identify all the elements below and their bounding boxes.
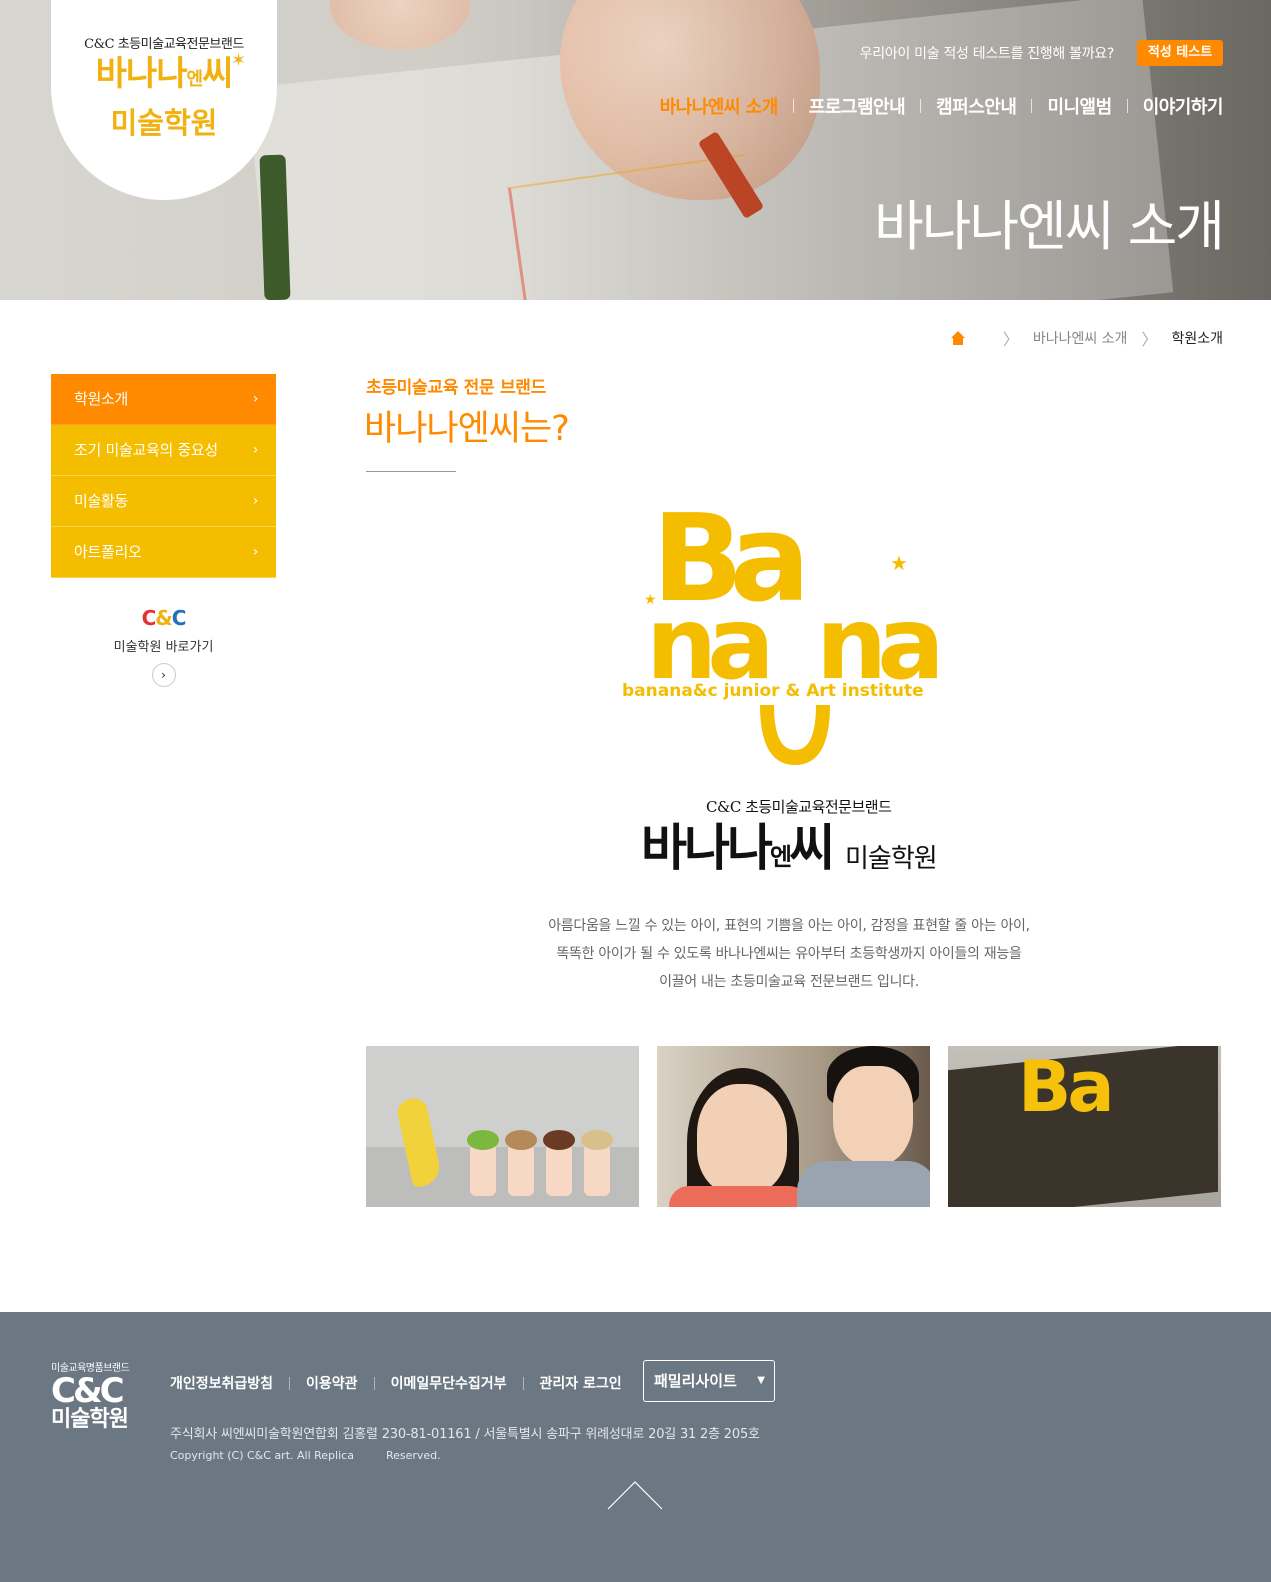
chevron-right-icon: 〉 bbox=[1141, 330, 1158, 349]
main-nav: 바나나엔씨 소개 프로그램안내 캠퍼스안내 미니앨범 이야기하기 bbox=[645, 93, 1224, 119]
sidebar-item-label: 조기 미술교육의 중요성 bbox=[74, 441, 218, 459]
description-line: 아름다움을 느낄 수 있는 아이, 표현의 기쁨을 아는 아이, 감정을 표현할… bbox=[548, 918, 1030, 934]
cc-academy-link[interactable]: C&C 미술학원 바로가기 › bbox=[51, 606, 276, 687]
company-address: 주식회사 씨엔씨미술학원연합회 김홍렬 230-81-01161 / 서울특별시… bbox=[170, 1427, 760, 1442]
sidebar-item-activities[interactable]: 미술활동 › bbox=[51, 476, 276, 527]
sidebar-menu: 학원소개 › 조기 미술교육의 중요성 › 미술활동 › 아트폴리오 › bbox=[51, 374, 276, 578]
girl-face bbox=[697, 1084, 787, 1194]
banana-brand-logo: Ba na na ★ ★ banana&c junior & Art insti… bbox=[620, 490, 960, 780]
footer-logo: 미술교육명품브랜드 C&C 미술학원 bbox=[51, 1359, 151, 1432]
section-subtitle: 초등미술교육 전문 브랜드 bbox=[366, 378, 546, 398]
svg-text:★: ★ bbox=[890, 551, 908, 575]
family-site-select[interactable]: 패밀리사이트 ▼ bbox=[643, 1360, 775, 1402]
chevron-right-icon: 〉 bbox=[1002, 330, 1019, 349]
caret-down-icon: ▼ bbox=[757, 1375, 765, 1386]
nav-item-campus[interactable]: 캠퍼스안내 bbox=[921, 93, 1031, 119]
description-line: 똑똑한 아이가 될 수 있도록 바나나엔씨는 유아부터 초등학생까지 아이들의 … bbox=[556, 946, 1022, 962]
boy-shirt bbox=[797, 1161, 930, 1207]
doll-figure bbox=[505, 1130, 537, 1196]
arrow-right-icon[interactable]: › bbox=[151, 663, 176, 687]
girl-shirt bbox=[669, 1186, 809, 1207]
star-icon: ✶ bbox=[231, 50, 247, 71]
terms-link[interactable]: 이용약관 bbox=[290, 1373, 374, 1393]
footer: 미술교육명품브랜드 C&C 미술학원 개인정보취급방침 이용약관 이메일무단수집… bbox=[0, 1312, 1271, 1582]
breadcrumb-level1[interactable]: 바나나엔씨 소개 bbox=[1033, 328, 1128, 348]
title-divider bbox=[366, 471, 456, 472]
breadcrumb-current: 학원소개 bbox=[1171, 331, 1223, 347]
home-icon[interactable] bbox=[949, 331, 967, 345]
test-prompt: 우리아이 미술 적성 테스트를 진행해 볼까요? bbox=[859, 46, 1115, 62]
boy-face bbox=[833, 1066, 913, 1166]
sidebar-item-label: 미술활동 bbox=[74, 492, 129, 510]
nav-item-story[interactable]: 이야기하기 bbox=[1128, 93, 1224, 119]
sidebar-item-intro[interactable]: 학원소개 › bbox=[51, 374, 276, 425]
sidebar-item-artfolio[interactable]: 아트폴리오 › bbox=[51, 527, 276, 578]
cc-link-label: 미술학원 바로가기 bbox=[113, 640, 214, 655]
nav-item-about[interactable]: 바나나엔씨 소개 bbox=[645, 93, 793, 119]
breadcrumb: 〉 바나나엔씨 소개 〉 학원소개 bbox=[949, 326, 1223, 350]
logo-school: 미술학원 bbox=[110, 106, 218, 140]
chevron-right-icon: › bbox=[252, 544, 259, 560]
sidebar-item-importance[interactable]: 조기 미술교육의 중요성 › bbox=[51, 425, 276, 476]
footer-logo-cc: C&C bbox=[51, 1371, 125, 1411]
chevron-right-icon: › bbox=[252, 391, 259, 407]
doll-figure bbox=[467, 1130, 499, 1196]
photo-kids bbox=[657, 1046, 930, 1207]
sidebar-item-label: 아트폴리오 bbox=[74, 543, 142, 561]
doll-figure bbox=[543, 1130, 575, 1196]
admin-login-link[interactable]: 관리자 로그인 bbox=[524, 1373, 638, 1393]
sign-logo-art: Ba bbox=[1018, 1046, 1115, 1128]
family-site-label: 패밀리사이트 bbox=[654, 1372, 737, 1390]
nav-item-program[interactable]: 프로그램안내 bbox=[794, 93, 920, 119]
description-line: 이끌어 내는 초등미술교육 전문브랜드 입니다. bbox=[659, 974, 919, 990]
sidebar-item-label: 학원소개 bbox=[74, 390, 129, 408]
chevron-right-icon: › bbox=[252, 442, 259, 458]
aptitude-test-button[interactable]: 적성 테스트 bbox=[1137, 40, 1223, 66]
section-title: 바나나엔씨는? bbox=[364, 409, 570, 449]
copyright: Copyright (C) C&C art. All Replica Reserv… bbox=[170, 1449, 441, 1462]
privacy-policy-link[interactable]: 개인정보취급방침 bbox=[170, 1373, 289, 1393]
brand-logo-text: banana&c junior & Art institute bbox=[622, 681, 924, 701]
brand-name: 바나나엔씨 bbox=[641, 818, 835, 877]
brand-description: 아름다움을 느낄 수 있는 아이, 표현의 기쁨을 아는 아이, 감정을 표현할… bbox=[366, 912, 1212, 996]
footer-links: 개인정보취급방침 이용약관 이메일무단수집거부 관리자 로그인 bbox=[170, 1373, 638, 1393]
cc-logo: C&C bbox=[141, 606, 187, 630]
nav-item-album[interactable]: 미니앨범 bbox=[1032, 93, 1126, 119]
photo-sign: Ba bbox=[948, 1046, 1221, 1207]
photo-figurines bbox=[366, 1046, 639, 1207]
hero-banner: C&C 초등미술교육전문브랜드 바나나엔씨 ✶ 미술학원 우리아이 미술 적성 … bbox=[0, 0, 1271, 300]
svg-text:★: ★ bbox=[644, 592, 657, 608]
email-refusal-link[interactable]: 이메일무단수집거부 bbox=[375, 1373, 523, 1393]
page-title: 바나나엔씨 소개 bbox=[874, 195, 1225, 258]
brand-school: 미술학원 bbox=[845, 844, 938, 874]
footer-logo-school: 미술학원 bbox=[51, 1407, 129, 1432]
chevron-right-icon: › bbox=[252, 493, 259, 509]
scroll-top-icon[interactable] bbox=[607, 1480, 663, 1510]
doll-figure bbox=[581, 1130, 613, 1196]
